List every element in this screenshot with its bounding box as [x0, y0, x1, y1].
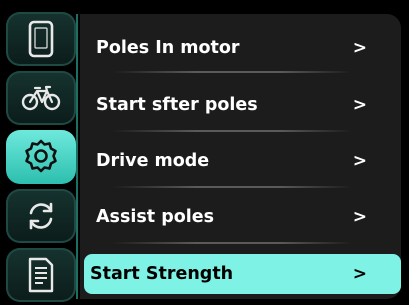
- sidebar: [0, 0, 80, 305]
- chevron-right-icon: >: [352, 95, 367, 115]
- phone-icon: [26, 20, 56, 58]
- document-icon: [26, 257, 56, 293]
- sidebar-rail: [76, 14, 78, 299]
- sidebar-item-bicycle[interactable]: [6, 71, 76, 125]
- menu-item-poles-in-motor[interactable]: Poles In motor >: [80, 28, 401, 68]
- menu-item-label: Start Strength: [90, 264, 234, 284]
- chevron-right-icon: >: [352, 207, 367, 227]
- menu-item-start-strength[interactable]: Start Strength >: [84, 254, 401, 294]
- sidebar-item-phone[interactable]: [6, 12, 76, 66]
- settings-menu: Poles In motor > Start sfter poles > Dri…: [80, 14, 401, 299]
- menu-item-start-after-poles[interactable]: Start sfter poles >: [80, 85, 401, 125]
- menu-item-assist-poles[interactable]: Assist poles >: [80, 197, 401, 237]
- menu-item-label: Poles In motor: [96, 38, 240, 58]
- menu-item-label: Assist poles: [96, 207, 215, 227]
- chevron-right-icon: >: [352, 151, 367, 171]
- menu-item-label: Start sfter poles: [96, 95, 258, 115]
- divider: [112, 130, 352, 132]
- sidebar-item-sync[interactable]: [6, 189, 76, 243]
- sync-icon: [24, 199, 58, 233]
- chevron-right-icon: >: [352, 264, 367, 284]
- menu-item-drive-mode[interactable]: Drive mode >: [80, 141, 401, 181]
- menu-item-label: Drive mode: [96, 151, 210, 171]
- gear-icon: [22, 138, 60, 176]
- divider: [112, 242, 352, 244]
- divider: [112, 71, 352, 73]
- bicycle-icon: [21, 83, 61, 113]
- chevron-right-icon: >: [352, 38, 367, 58]
- sidebar-item-settings[interactable]: [6, 130, 76, 184]
- sidebar-item-document[interactable]: [6, 248, 76, 302]
- divider: [112, 186, 352, 188]
